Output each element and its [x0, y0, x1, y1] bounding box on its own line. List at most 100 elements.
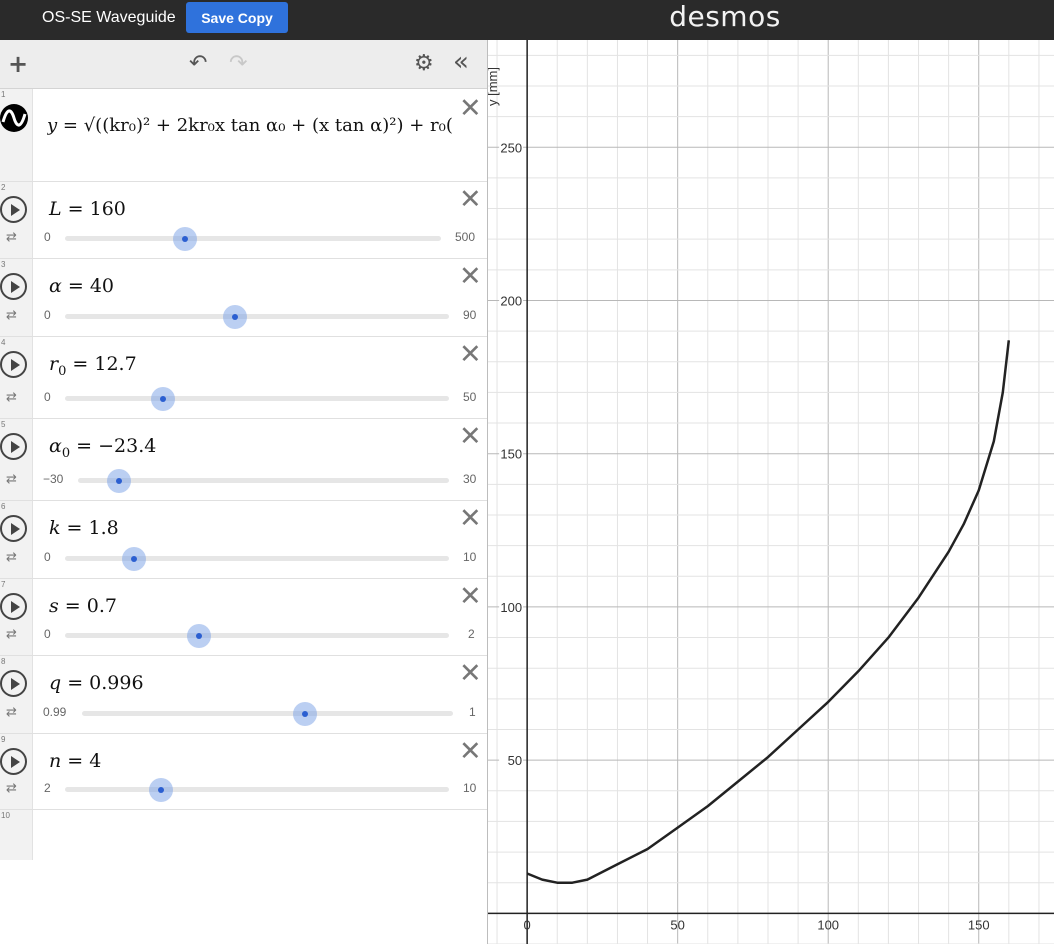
- y-tick-label: 100: [500, 600, 522, 615]
- row-gutter: 1: [0, 89, 33, 181]
- play-icon[interactable]: [0, 593, 27, 620]
- slider-equation[interactable]: r0 = 12.7: [49, 353, 137, 379]
- loop-icon[interactable]: ⇄: [6, 472, 17, 487]
- close-icon[interactable]: ✕: [459, 263, 482, 290]
- plus-icon[interactable]: +: [8, 52, 28, 76]
- slider-track[interactable]: [65, 396, 449, 401]
- graph-canvas[interactable]: 0 50 100 150 50 100 150 200 250 y [mm]: [485, 40, 1054, 945]
- variable-name: α: [49, 435, 62, 457]
- slider-track[interactable]: [82, 711, 453, 716]
- play-icon[interactable]: [0, 196, 27, 223]
- loop-icon[interactable]: ⇄: [6, 230, 17, 245]
- close-icon[interactable]: ✕: [459, 505, 482, 532]
- slider-track[interactable]: [65, 633, 449, 638]
- expression-row-slider[interactable]: 3 ⇄ α = 40 ✕ 0 90: [0, 259, 487, 337]
- close-icon[interactable]: ✕: [459, 95, 482, 122]
- slider-thumb[interactable]: [292, 702, 317, 726]
- slider-max[interactable]: 90: [463, 308, 476, 322]
- slider-equation[interactable]: L = 160: [49, 198, 126, 224]
- variable-value: 1.8: [88, 517, 119, 539]
- close-icon[interactable]: ✕: [459, 738, 482, 765]
- y-tick-label: 200: [500, 293, 522, 308]
- loop-icon[interactable]: ⇄: [6, 705, 17, 720]
- slider-max[interactable]: 10: [463, 550, 476, 564]
- loop-icon[interactable]: ⇄: [6, 627, 17, 642]
- slider-equation[interactable]: k = 1.8: [49, 517, 119, 543]
- slider-thumb[interactable]: [106, 469, 131, 493]
- slider-max[interactable]: 2: [468, 627, 475, 641]
- play-icon[interactable]: [0, 515, 27, 542]
- redo-icon[interactable]: ↷: [229, 53, 247, 75]
- undo-icon[interactable]: ↶: [189, 53, 207, 75]
- loop-icon[interactable]: ⇄: [6, 550, 17, 565]
- play-icon[interactable]: [0, 433, 27, 460]
- slider-equation[interactable]: q = 0.996: [49, 672, 144, 698]
- expression-row-slider[interactable]: 5 ⇄ α0 = −23.4 ✕ −30 30: [0, 419, 487, 501]
- slider-thumb[interactable]: [187, 624, 212, 648]
- row-number: 9: [1, 735, 6, 744]
- expression-row-slider[interactable]: 7 ⇄ s = 0.7 ✕ 0 2: [0, 579, 487, 656]
- slider-track[interactable]: [65, 236, 441, 241]
- slider-min[interactable]: 0.99: [43, 705, 66, 719]
- slider-min[interactable]: −30: [43, 472, 63, 486]
- slider-min[interactable]: 0: [44, 627, 51, 641]
- slider-max[interactable]: 30: [463, 472, 476, 486]
- slider-equation[interactable]: n = 4: [49, 750, 101, 776]
- play-icon[interactable]: [0, 748, 27, 775]
- slider-track[interactable]: [78, 478, 449, 483]
- loop-icon[interactable]: ⇄: [6, 781, 17, 796]
- slider-thumb[interactable]: [173, 227, 198, 251]
- loop-icon[interactable]: ⇄: [6, 390, 17, 405]
- slider-track[interactable]: [65, 787, 449, 792]
- slider-max[interactable]: 10: [463, 781, 476, 795]
- slider-max[interactable]: 1: [469, 705, 476, 719]
- graph-paper[interactable]: 0 50 100 150 50 100 150 200 250 y [mm]: [485, 40, 1054, 945]
- expression-row-slider[interactable]: 9 ⇄ n = 4 ✕ 2 10: [0, 734, 487, 810]
- close-icon[interactable]: ✕: [459, 423, 482, 450]
- slider-min[interactable]: 0: [44, 550, 51, 564]
- slider-track[interactable]: [65, 314, 449, 319]
- close-icon[interactable]: ✕: [459, 660, 482, 687]
- row-gutter: 3 ⇄: [0, 259, 33, 336]
- slider-equation[interactable]: α0 = −23.4: [49, 435, 156, 461]
- graph-title[interactable]: OS-SE Waveguide: [42, 9, 176, 27]
- slider-equation[interactable]: α = 40: [49, 275, 114, 301]
- slider-equation[interactable]: s = 0.7: [49, 595, 117, 621]
- x-tick-label: 50: [670, 917, 684, 932]
- slider-min[interactable]: 0: [44, 230, 51, 244]
- slider-thumb[interactable]: [149, 778, 173, 802]
- expression-row-slider[interactable]: 6 ⇄ k = 1.8 ✕ 0 10: [0, 501, 487, 579]
- slider-max[interactable]: 500: [455, 230, 475, 244]
- play-icon[interactable]: [0, 670, 27, 697]
- expression-row-slider[interactable]: 4 ⇄ r0 = 12.7 ✕ 0 50: [0, 337, 487, 419]
- close-icon[interactable]: ✕: [459, 583, 482, 610]
- expression-panel: + ↶ ↷ ⚙ « 1 y = √((kr₀)² + 2kr₀x tan α₀ …: [0, 40, 488, 944]
- row-number: 2: [1, 183, 6, 192]
- close-icon[interactable]: ✕: [459, 341, 482, 368]
- function-formula[interactable]: y = √((kr₀)² + 2kr₀x tan α₀ + (x tan α)²…: [47, 115, 453, 155]
- slider-thumb[interactable]: [223, 305, 248, 329]
- gear-icon[interactable]: ⚙: [414, 53, 434, 75]
- function-graph-icon[interactable]: [0, 104, 28, 132]
- save-copy-button[interactable]: Save Copy: [186, 2, 288, 33]
- expression-row-slider[interactable]: 8 ⇄ q = 0.996 ✕ 0.99 1: [0, 656, 487, 734]
- y-tick-label: 150: [500, 447, 522, 462]
- slider-min[interactable]: 0: [44, 308, 51, 322]
- slider-min[interactable]: 0: [44, 390, 51, 404]
- row-number: 7: [1, 580, 6, 589]
- play-icon[interactable]: [0, 273, 27, 300]
- play-icon[interactable]: [0, 351, 27, 378]
- top-bar: OS-SE Waveguide Save Copy desmos: [0, 0, 1054, 40]
- expression-row-slider[interactable]: 2 ⇄ L = 160 ✕ 0 500: [0, 182, 487, 259]
- slider-thumb[interactable]: [122, 547, 147, 571]
- slider-min[interactable]: 2: [44, 781, 51, 795]
- row-gutter: 4 ⇄: [0, 337, 33, 418]
- expression-row-function[interactable]: 1 y = √((kr₀)² + 2kr₀x tan α₀ + (x tan α…: [0, 89, 487, 182]
- y-axis-label: y [mm]: [488, 67, 500, 106]
- slider-thumb[interactable]: [150, 387, 175, 411]
- loop-icon[interactable]: ⇄: [6, 308, 17, 323]
- slider-max[interactable]: 50: [463, 390, 476, 404]
- close-icon[interactable]: ✕: [459, 186, 482, 213]
- double-chevron-left-icon[interactable]: «: [453, 49, 469, 75]
- expression-row-empty[interactable]: 10: [0, 810, 487, 860]
